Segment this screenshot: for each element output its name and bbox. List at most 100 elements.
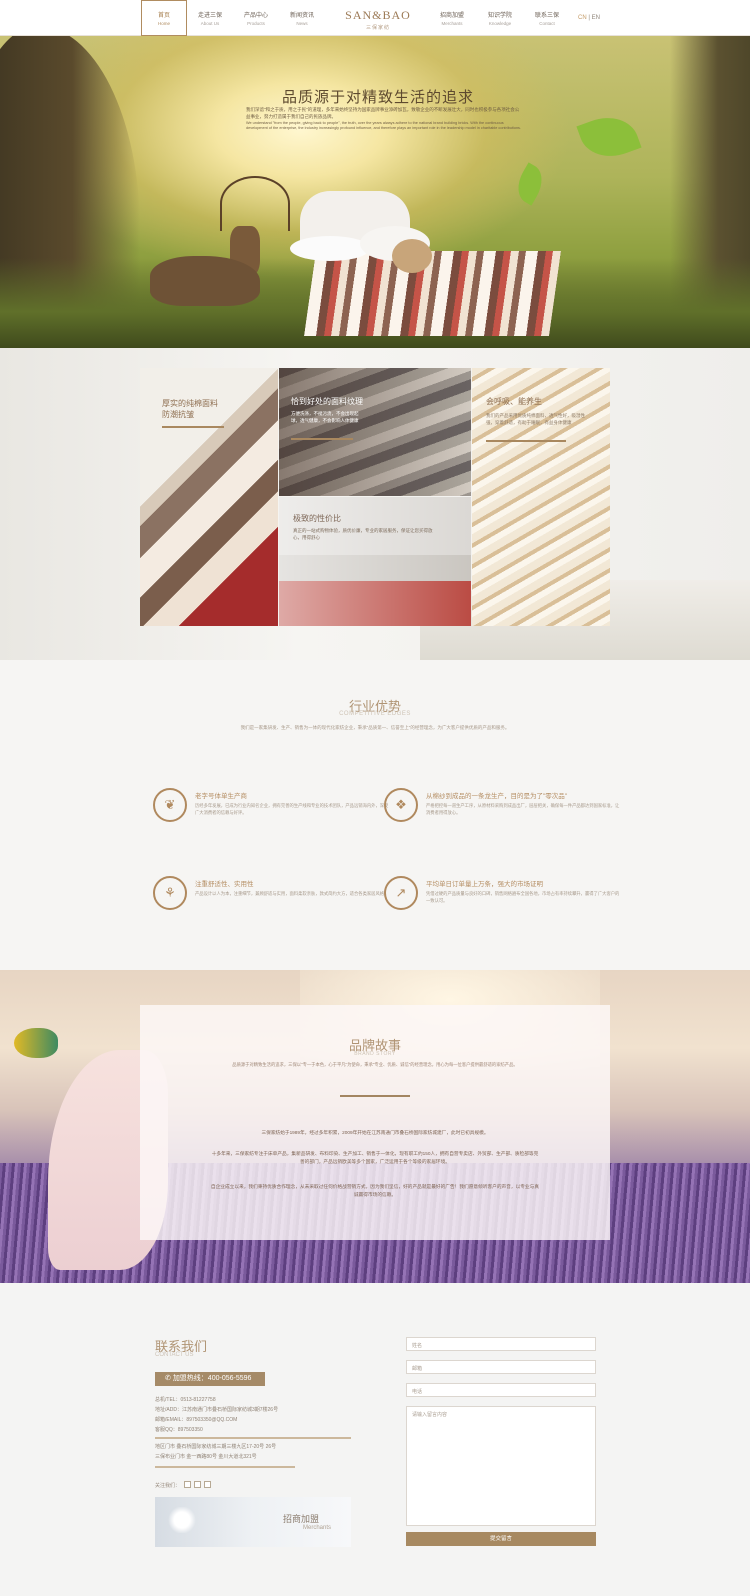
nav-label-en: News (296, 21, 308, 27)
feature-divider (291, 438, 353, 440)
email-field[interactable]: 邮箱 (406, 1360, 596, 1374)
nav-label: 首页 (157, 13, 170, 19)
feature-desc: 真正的一站式购物体验，质优价廉，专业的家居服务，保证让您买得放心，用得舒心 (293, 528, 433, 540)
lang-en[interactable]: EN (592, 15, 600, 21)
advantage-title: 老字号体单生产商 (195, 793, 247, 800)
nav-label-en: Knowledge (488, 21, 512, 27)
advantage-title: 注重舒适性、实用性 (195, 881, 254, 888)
leaf-image (510, 162, 550, 206)
hero-banner: 品质源于对精致生活的追求 我们深谙"和之于质，用之于民"的道理，多年来始终坚持为… (0, 36, 750, 348)
box-icon: ❖ (384, 788, 418, 822)
nav-item-merchants[interactable]: 招商加盟 Merchants (429, 0, 475, 36)
nav-label-en: About Us (200, 21, 220, 27)
name-field[interactable]: 姓名 (406, 1337, 596, 1351)
advantage-item: ❦ 老字号体单生产商 历经多年发展，已成为行业内知名企业，拥有完善的生产线和专业… (153, 788, 388, 848)
contact-section (0, 1283, 750, 1596)
nav-item-contact[interactable]: 联系三保 Contact (524, 0, 570, 36)
arrow-icon: ↗ (384, 876, 418, 910)
advantages-subtitle: COMPETITIVE EDGES (339, 711, 411, 717)
weibo-icon[interactable] (184, 1481, 191, 1488)
nav-item-home[interactable]: 首页 Home (141, 0, 187, 36)
banner-title: 招商加盟 (283, 1514, 320, 1524)
advantage-desc: 产品设计以人为本，注重细节，兼顾舒适与实用，面料柔软亲肤，款式简约大方，适合各类… (195, 891, 389, 896)
story-paragraph: 自企业成立以来，我们秉持优质合作理念，从未采取过任何价格战营销方式，因为我们坚信… (210, 1184, 540, 1197)
nav-item-knowledge[interactable]: 知识学院 Knowledge (477, 0, 523, 36)
feature-title: 会呼吸、能养生 (486, 397, 542, 406)
logo-text: SAN&BAO (345, 8, 411, 22)
hero-description-cn: 我们深谙"和之于质，用之于民"的道理，多年来始终坚持为国家品牌事业添砖加瓦，致敬… (246, 107, 520, 119)
nav-label: 知识学院 (487, 13, 512, 19)
merchants-banner[interactable]: 招商加盟 Merchants (155, 1497, 351, 1547)
nav-label-en: Products (247, 21, 265, 27)
brand-story-box: 品牌故事 BRAND STORY 品质源于对精致生活的追求，三保以"专一于本色，… (140, 1005, 610, 1240)
nav-label: 招商加盟 (439, 13, 464, 19)
plus-icon[interactable] (204, 1481, 211, 1488)
feature-desc: 方便洗涤，不褪污渍，不会出现起球，透气健康，不会影响人体健康 (291, 411, 359, 423)
contact-divider (155, 1466, 295, 1468)
hero-description-en: We understand "from the people, giving b… (246, 121, 522, 130)
lang-cn[interactable]: CN (578, 15, 587, 21)
tencent-icon[interactable] (194, 1481, 201, 1488)
hero-description: 我们深谙"和之于质，用之于民"的道理，多年来始终坚持为国家品牌事业添砖加瓦，致敬… (246, 106, 522, 131)
feature-divider (486, 440, 566, 442)
nav-label-en: Contact (539, 21, 555, 27)
contact-subtitle: CONTACT US (155, 1352, 194, 1358)
feature-divider (162, 426, 224, 428)
advantage-item: ↗ 平均单日订单量上万条，强大的市场证明 凭借过硬的产品质量与良好的口碑，销售网… (384, 876, 619, 936)
contact-qq: 客服QQ：897503350 (155, 1427, 203, 1433)
feature-tile-texture[interactable]: 恰到好处的面料纹理 方便洗涤，不褪污渍，不会出现起球，透气健康，不会影响人体健康 (279, 368, 471, 496)
hotline-button[interactable]: ✆ 加盟热线：400-056-5596 (155, 1372, 265, 1386)
top-nav: 首页 Home 走进三保 About Us 产品中心 Products 新闻资讯… (0, 0, 750, 36)
contact-email: 邮箱/EMAIL：897503350@QQ.COM (155, 1417, 238, 1423)
advantage-title: 平均单日订单量上万条，强大的市场证明 (426, 881, 543, 888)
feature-tile-breathable[interactable]: 会呼吸、能养生 我们的产品采用优质纯棉面料，透气性好，吸湿性强，穿着舒适，有助于… (472, 368, 610, 626)
follow-label: 关注我们： (155, 1483, 181, 1489)
message-field[interactable]: 请输入留言内容 (406, 1406, 596, 1526)
advantage-item: ❖ 从棉纱到成品的一条龙生产，目的是为了"零次品" 严格把控每一道生产工序，从原… (384, 788, 619, 848)
language-switch: CN | EN (578, 15, 600, 21)
story-paragraph: 三保家纺始于1989年，经过多年积累，2009年开始在江苏南通门市叠石桥国际家纺… (261, 1130, 489, 1135)
hero-title: 品质源于对精致生活的追求 (282, 90, 475, 106)
banner-subtitle: Merchants (303, 1525, 332, 1531)
feature-tile-value[interactable]: 极致的性价比 真正的一站式购物体验，质优价廉，专业的家居服务，保证让您买得放心，… (279, 497, 471, 626)
nav-label: 走进三保 (197, 13, 222, 19)
submit-button[interactable]: 提交留言 (406, 1532, 596, 1546)
sprout-icon: ⚘ (153, 876, 187, 910)
feature-desc: 我们的产品采用优质纯棉面料，透气性好，吸湿性强，穿着舒适，有助于睡眠，有益身体健… (486, 413, 585, 425)
logo-subtext: 三保家纺 (365, 25, 390, 31)
nav-item-news[interactable]: 新闻资讯 News (279, 0, 325, 36)
feature-tile-cotton[interactable]: 厚实的纯棉面料 防潮抗皱 (140, 368, 278, 626)
nav-label: 产品中心 (243, 13, 268, 19)
parrot-image (14, 1028, 58, 1058)
story-paragraph: 十多年来，三保家纺专注于床单产品，集新品研发、布料印染、生产加工、销售于一体化，… (211, 1151, 539, 1164)
contact-divider (155, 1437, 351, 1439)
advantage-desc: 严格把控每一道生产工序，从原材料采购到成品出厂，层层把关，确保每一件产品都达到国… (426, 803, 620, 815)
story-divider (340, 1095, 410, 1097)
contact-tel: 总机/TEL：0513-81227758 (155, 1397, 216, 1403)
story-subtitle: BRAND STORY (354, 1051, 396, 1057)
phone-icon: ✆ (165, 1375, 173, 1382)
bed-image (290, 191, 561, 341)
advantage-desc: 凭借过硬的产品质量与良好的口碑，销售网络遍布全国各地，市场占有率持续攀升，赢得了… (426, 891, 620, 903)
feature-title: 恰到好处的面料纹理 (291, 397, 363, 406)
advantage-desc: 历经多年发展，已成为行业内知名企业，拥有完善的生产线和专业的技术团队，产品远销海… (195, 803, 389, 815)
contact-address: 地址/ADD：江苏南通门市叠石桥国际家纺城3期7楼26号 (155, 1407, 279, 1413)
nav-label: 联系三保 (534, 13, 559, 19)
advantages-description: 我们是一家集研发、生产、销售为一体的现代化家纺企业，秉承"品质第一、信誉至上"的… (240, 725, 510, 730)
brand-logo[interactable]: SAN&BAO 三保家纺 (338, 8, 418, 31)
contact-store: 地区门市 叠石桥国际家纺城三期三楼九区17-20号 26号 (155, 1444, 277, 1450)
dove-image (167, 1507, 197, 1533)
leaf-image (576, 108, 642, 166)
nav-label-en: Home (157, 21, 170, 27)
phone-field[interactable]: 电话 (406, 1383, 596, 1397)
nav-label-en: Merchants (441, 21, 463, 27)
nav-label: 新闻资讯 (289, 13, 314, 19)
nav-item-products[interactable]: 产品中心 Products (233, 0, 279, 36)
deer-image (150, 176, 290, 326)
advantage-item: ⚘ 注重舒适性、实用性 产品设计以人为本，注重细节，兼顾舒适与实用，面料柔软亲肤… (153, 876, 388, 936)
story-intro: 品质源于对精致生活的追求，三保以"专一于本色，心于平凡"为使命，秉承"专业、优质… (232, 1062, 518, 1067)
leaf-icon: ❦ (153, 788, 187, 822)
feature-title: 极致的性价比 (293, 514, 341, 523)
nav-item-about[interactable]: 走进三保 About Us (187, 0, 233, 36)
contact-store: 三保布业门市 金一西路80号 金川大道北321号 (155, 1454, 257, 1460)
